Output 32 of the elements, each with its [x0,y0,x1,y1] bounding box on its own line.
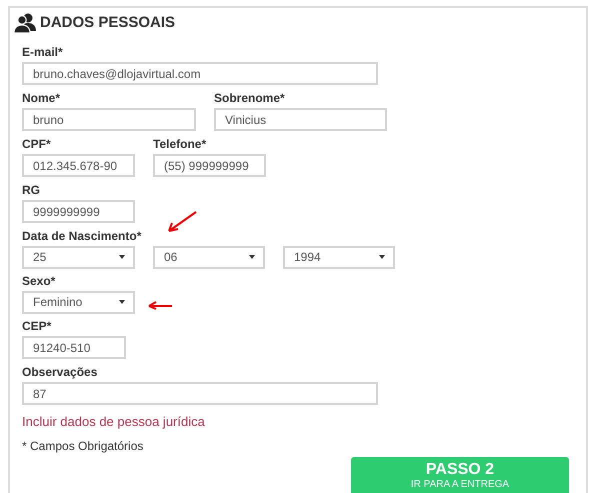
caret-icon [119,255,125,259]
field-label: Sobrenome* [214,90,286,104]
input-field[interactable]: (55) 999999999 [153,154,266,177]
arrow-icon [148,301,173,311]
field-label: CEP* [22,318,52,332]
field-label: Telefone* [153,136,208,150]
input-field[interactable]: bruno [22,108,196,131]
arrow-icon [167,211,197,233]
field-label: E-mail* [22,44,64,58]
caret-icon [379,255,385,259]
select-field[interactable]: Feminino [22,290,135,314]
field-label: CPF* [22,136,52,150]
company-data-link[interactable]: Incluir dados de pessoa jurídica [22,412,205,431]
users-icon [14,13,36,34]
field-label: Nome* [22,90,62,104]
required-note: * Campos Obrigatórios [22,438,144,455]
input-field[interactable]: 012.345.678-90 [22,154,135,177]
field-label: Observações [22,364,98,378]
section-title: DADOS PESSOAIS [40,13,176,33]
select-field[interactable]: 06 [153,246,265,268]
input-field[interactable]: 91240-510 [22,336,126,359]
input-field[interactable]: 87 [22,382,378,405]
field-label: Sexo* [22,274,56,288]
select-field[interactable]: 25 [22,246,135,268]
input-field[interactable]: Vinicius [214,108,387,131]
select-field[interactable]: 1994 [283,246,395,268]
input-field[interactable]: bruno.chaves@dlojavirtual.com [22,62,378,85]
input-field[interactable]: 9999999999 [22,200,135,223]
caret-icon [249,255,255,259]
field-label: RG [22,182,41,196]
caret-icon [119,300,125,304]
field-label: Data de Nascimento* [22,228,142,242]
